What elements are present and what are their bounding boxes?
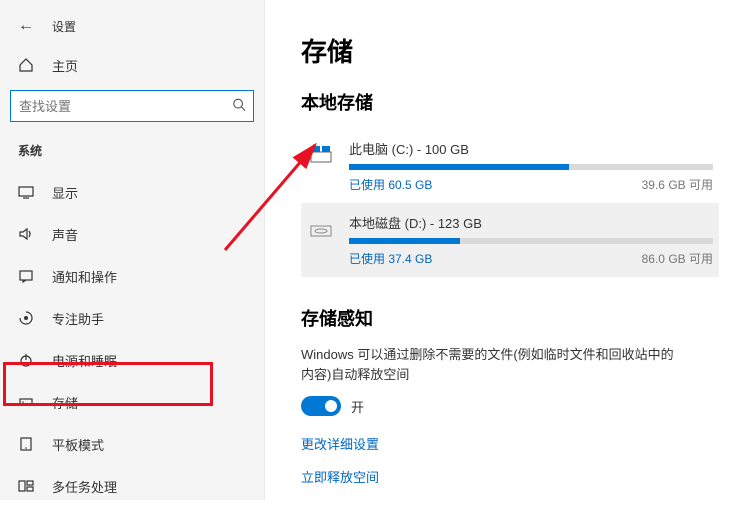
sidebar-item-power[interactable]: 电源和睡眠 [0,339,264,381]
toggle-row: 开 [301,396,719,416]
sidebar-item-notifications[interactable]: 通知和操作 [0,255,264,297]
sound-icon [18,226,34,242]
home-button[interactable]: 主页 [0,44,264,86]
sidebar-item-display[interactable]: 显示 [0,171,264,213]
drive-c-bar [349,164,713,170]
search-wrap [10,90,254,122]
sidebar: ← 设置 主页 系统 显示 声音 通知和操作 专注助手 电源和睡眠 [0,0,265,500]
sidebar-item-sound[interactable]: 声音 [0,213,264,255]
display-icon [18,184,34,200]
drive-d-title: 本地磁盘 (D:) - 123 GB [349,213,713,232]
search-input[interactable] [10,90,254,122]
multitask-icon [18,478,34,494]
storage-sense-desc: Windows 可以通过删除不需要的文件(例如临时文件和回收站中的内容)自动释放… [301,345,681,384]
notifications-icon [18,268,34,284]
home-label: 主页 [52,56,78,75]
nav-label: 专注助手 [52,309,104,328]
drive-row-c[interactable]: 此电脑 (C:) - 100 GB 已使用 60.5 GB 39.6 GB 可用 [301,129,719,203]
search-icon [232,98,246,115]
page-title: 存储 [301,32,719,69]
nav-label: 多任务处理 [52,477,117,496]
tablet-icon [18,436,34,452]
storage-sense-heading: 存储感知 [301,305,719,331]
drive-d-used: 已使用 37.4 GB [349,250,432,267]
drive-c-used: 已使用 60.5 GB [349,176,432,193]
power-icon [18,352,34,368]
link-change-settings[interactable]: 更改详细设置 [301,434,719,453]
drive-c-icon [307,141,335,169]
nav-label: 显示 [52,183,78,202]
drive-c-bar-fill [349,164,569,170]
sidebar-item-tablet[interactable]: 平板模式 [0,423,264,465]
drive-d-free: 86.0 GB 可用 [642,250,713,267]
drive-row-d[interactable]: 本地磁盘 (D:) - 123 GB 已使用 37.4 GB 86.0 GB 可… [301,203,719,277]
section-label: 系统 [0,134,264,171]
drive-d-stat: 已使用 37.4 GB 86.0 GB 可用 [349,250,713,267]
drive-c-stat: 已使用 60.5 GB 39.6 GB 可用 [349,176,713,193]
back-arrow-icon[interactable]: ← [18,17,34,35]
drive-d-icon [307,215,335,243]
drive-c-title: 此电脑 (C:) - 100 GB [349,139,713,158]
nav-label: 电源和睡眠 [52,351,117,370]
home-icon [18,57,34,73]
header-row: ← 设置 [0,8,264,44]
sidebar-item-focus[interactable]: 专注助手 [0,297,264,339]
sidebar-item-storage[interactable]: 存储 [0,381,264,423]
drive-d-content: 本地磁盘 (D:) - 123 GB 已使用 37.4 GB 86.0 GB 可… [349,213,713,267]
toggle-knob [325,400,337,412]
drive-d-bar [349,238,713,244]
storage-icon [18,394,34,410]
sidebar-item-multitask[interactable]: 多任务处理 [0,465,264,507]
nav-label: 平板模式 [52,435,104,454]
local-storage-heading: 本地存储 [301,89,719,115]
nav-label: 声音 [52,225,78,244]
link-free-now[interactable]: 立即释放空间 [301,467,719,486]
focus-icon [18,310,34,326]
drive-d-bar-fill [349,238,460,244]
storage-sense-toggle[interactable] [301,396,341,416]
nav-label: 通知和操作 [52,267,117,286]
nav-label: 存储 [52,393,78,412]
toggle-label: 开 [351,397,364,416]
settings-title: 设置 [52,18,76,35]
main-content: 存储 本地存储 此电脑 (C:) - 100 GB 已使用 60.5 GB 39… [265,0,755,500]
drive-c-free: 39.6 GB 可用 [642,176,713,193]
drive-c-content: 此电脑 (C:) - 100 GB 已使用 60.5 GB 39.6 GB 可用 [349,139,713,193]
